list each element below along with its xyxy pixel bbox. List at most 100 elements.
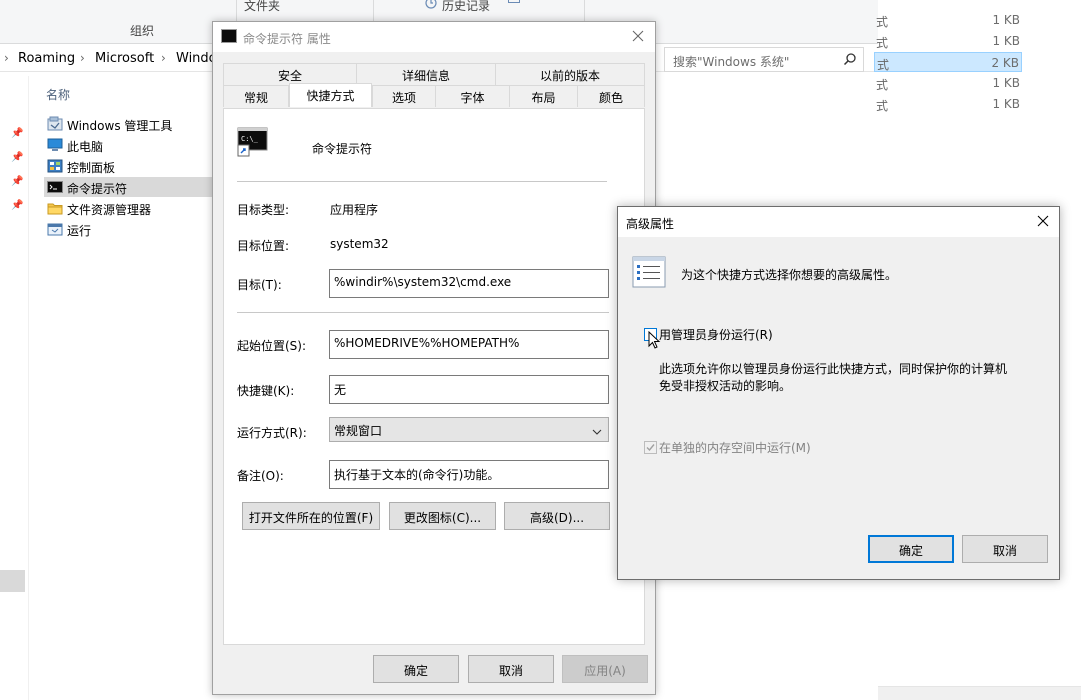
file-row[interactable]: 式 1 KB [874, 31, 1022, 51]
file-size: 2 KB [991, 56, 1019, 70]
nav-item-run[interactable]: 运行 [44, 219, 212, 239]
nav-item-label: 控制面板 [67, 161, 116, 175]
divider [237, 181, 607, 182]
target-location-label: 目标位置: [237, 239, 290, 253]
svg-text:C:\_: C:\_ [241, 135, 259, 143]
pin-icon[interactable]: 📌 [11, 152, 23, 163]
pin-icon[interactable]: 📌 [11, 200, 23, 211]
search-icon[interactable] [843, 52, 857, 66]
divider [237, 312, 609, 313]
apply-button[interactable]: 应用(A) [562, 655, 648, 683]
separate-memory-label: 在单独的内存空间中运行(M) [659, 441, 811, 455]
ribbon-history-label[interactable]: 历史记录 [442, 0, 490, 14]
file-type: 式 [876, 36, 889, 50]
advanced-ok-button[interactable]: 确定 [868, 535, 954, 563]
ribbon-group-label: 组织 [130, 24, 155, 38]
nav-item-control-panel[interactable]: 控制面板 [44, 156, 212, 176]
breadcrumb-arrow-icon: › [80, 51, 85, 65]
cmd-icon [221, 29, 237, 43]
target-type-label: 目标类型: [237, 203, 290, 217]
dialog-title: 命令提示符 属性 [243, 32, 331, 46]
run-as-admin-description-line1: 此选项允许你以管理员身份运行此快捷方式，同时保护你的计算机 [659, 362, 1008, 376]
column-header-name[interactable]: 名称 [46, 86, 70, 103]
breadcrumb-roaming[interactable]: Roaming [18, 51, 75, 66]
advanced-properties-dialog: 高级属性 为这个快捷方式选择你想要的高级属性。 用管理员身份运行(R) 此选项允… [617, 206, 1060, 580]
advanced-cancel-button[interactable]: 取消 [962, 535, 1048, 563]
breadcrumb-arrow-icon: › [4, 51, 9, 65]
tab-general[interactable]: 常规 [223, 85, 289, 107]
file-row[interactable]: 式 1 KB [874, 10, 1022, 30]
breadcrumb-microsoft[interactable]: Microsoft [95, 51, 154, 66]
cmd-icon [47, 179, 63, 195]
run-select[interactable]: 常规窗口 [329, 417, 609, 442]
tab-shortcut[interactable]: 快捷方式 [289, 83, 372, 107]
hotkey-field[interactable]: 无 [329, 375, 609, 404]
tab-font[interactable]: 字体 [435, 85, 510, 107]
run-label: 运行方式(R): [237, 426, 307, 440]
properties-titlebar[interactable]: 命令提示符 属性 [213, 22, 655, 52]
cancel-button[interactable]: 取消 [468, 655, 554, 683]
file-row-selected[interactable]: 式 2 KB [874, 52, 1022, 72]
file-type: 式 [876, 15, 889, 29]
shortcut-tab-panel: C:\_ 命令提示符 目标类型: 应用程序 目标位置: system32 目标(… [223, 108, 645, 645]
nav-item-this-pc[interactable]: 此电脑 [44, 135, 212, 155]
chevron-down-icon [592, 425, 602, 435]
comment-label: 备注(O): [237, 469, 284, 483]
start-in-field[interactable]: %HOMEDRIVE%%HOMEPATH% [329, 330, 609, 359]
target-location-value: system32 [330, 237, 389, 251]
computer-icon [47, 137, 63, 153]
run-icon [47, 221, 63, 237]
nav-item-cmd[interactable]: 命令提示符 [44, 177, 212, 197]
pin-icon[interactable]: 📌 [11, 128, 23, 139]
breadcrumb-arrow-icon: › [161, 51, 166, 65]
breadcrumb-windows[interactable]: Windo [176, 51, 217, 66]
target-label: 目标(T): [237, 278, 282, 292]
mouse-cursor-icon [648, 330, 662, 351]
nav-item-label: 运行 [67, 224, 92, 238]
open-file-location-button[interactable]: 打开文件所在的位置(F) [242, 502, 380, 530]
target-field[interactable]: %windir%\system32\cmd.exe [329, 269, 609, 298]
tab-security[interactable]: 安全 [223, 63, 357, 85]
file-size: 1 KB [992, 13, 1020, 27]
run-as-admin-description-line2: 免受非授权活动的影响。 [659, 379, 792, 393]
nav-item-label: 此电脑 [67, 140, 104, 154]
change-icon-button[interactable]: 更改图标(C)... [389, 502, 496, 530]
run-as-admin-label[interactable]: 用管理员身份运行(R) [659, 326, 773, 343]
nav-item-admin-tools[interactable]: Windows 管理工具 [44, 114, 212, 134]
pin-icon[interactable]: 📌 [11, 176, 23, 187]
scroll-highlight[interactable] [0, 570, 25, 592]
folder-icon [47, 200, 63, 216]
nav-item-file-explorer[interactable]: 文件资源管理器 [44, 198, 212, 218]
close-icon[interactable] [631, 29, 647, 45]
ribbon-folder-label[interactable]: 文件夹 [244, 0, 280, 14]
nav-item-label: 文件资源管理器 [67, 203, 152, 217]
ok-button[interactable]: 确定 [373, 655, 459, 683]
search-input[interactable]: 搜索"Windows 系统" [664, 47, 864, 72]
shortcut-name: 命令提示符 [312, 142, 373, 156]
close-icon[interactable] [1036, 214, 1052, 230]
tab-options[interactable]: 选项 [372, 85, 436, 107]
tab-layout[interactable]: 布局 [509, 85, 578, 107]
file-row[interactable]: 式 1 KB [874, 94, 1022, 114]
advanced-titlebar[interactable]: 高级属性 [618, 207, 1059, 237]
ribbon-select-icon [508, 0, 520, 3]
admin-tools-icon [47, 116, 63, 132]
hotkey-label: 快捷键(K): [237, 384, 295, 398]
tab-colors[interactable]: 颜色 [577, 85, 645, 107]
comment-field[interactable]: 执行基于文本的(命令行)功能。 [329, 460, 609, 489]
start-in-label: 起始位置(S): [237, 339, 307, 353]
tab-previous-versions[interactable]: 以前的版本 [495, 63, 645, 85]
dialog-title: 高级属性 [626, 217, 675, 231]
advanced-header-text: 为这个快捷方式选择你想要的高级属性。 [681, 268, 898, 282]
control-panel-icon [47, 158, 63, 174]
advanced-button[interactable]: 高级(D)... [504, 502, 610, 530]
file-size: 1 KB [992, 34, 1020, 48]
separate-memory-checkbox [644, 441, 657, 454]
target-type-value: 应用程序 [330, 203, 379, 217]
history-icon [424, 0, 438, 9]
horizontal-scrollbar[interactable] [878, 686, 1081, 700]
cmd-shortcut-icon: C:\_ [237, 127, 269, 157]
file-row[interactable]: 式 1 KB [874, 73, 1022, 93]
tab-details[interactable]: 详细信息 [356, 63, 496, 85]
properties-dialog: 命令提示符 属性 安全 详细信息 以前的版本 常规 快捷方式 选项 字体 布局 … [212, 21, 656, 695]
